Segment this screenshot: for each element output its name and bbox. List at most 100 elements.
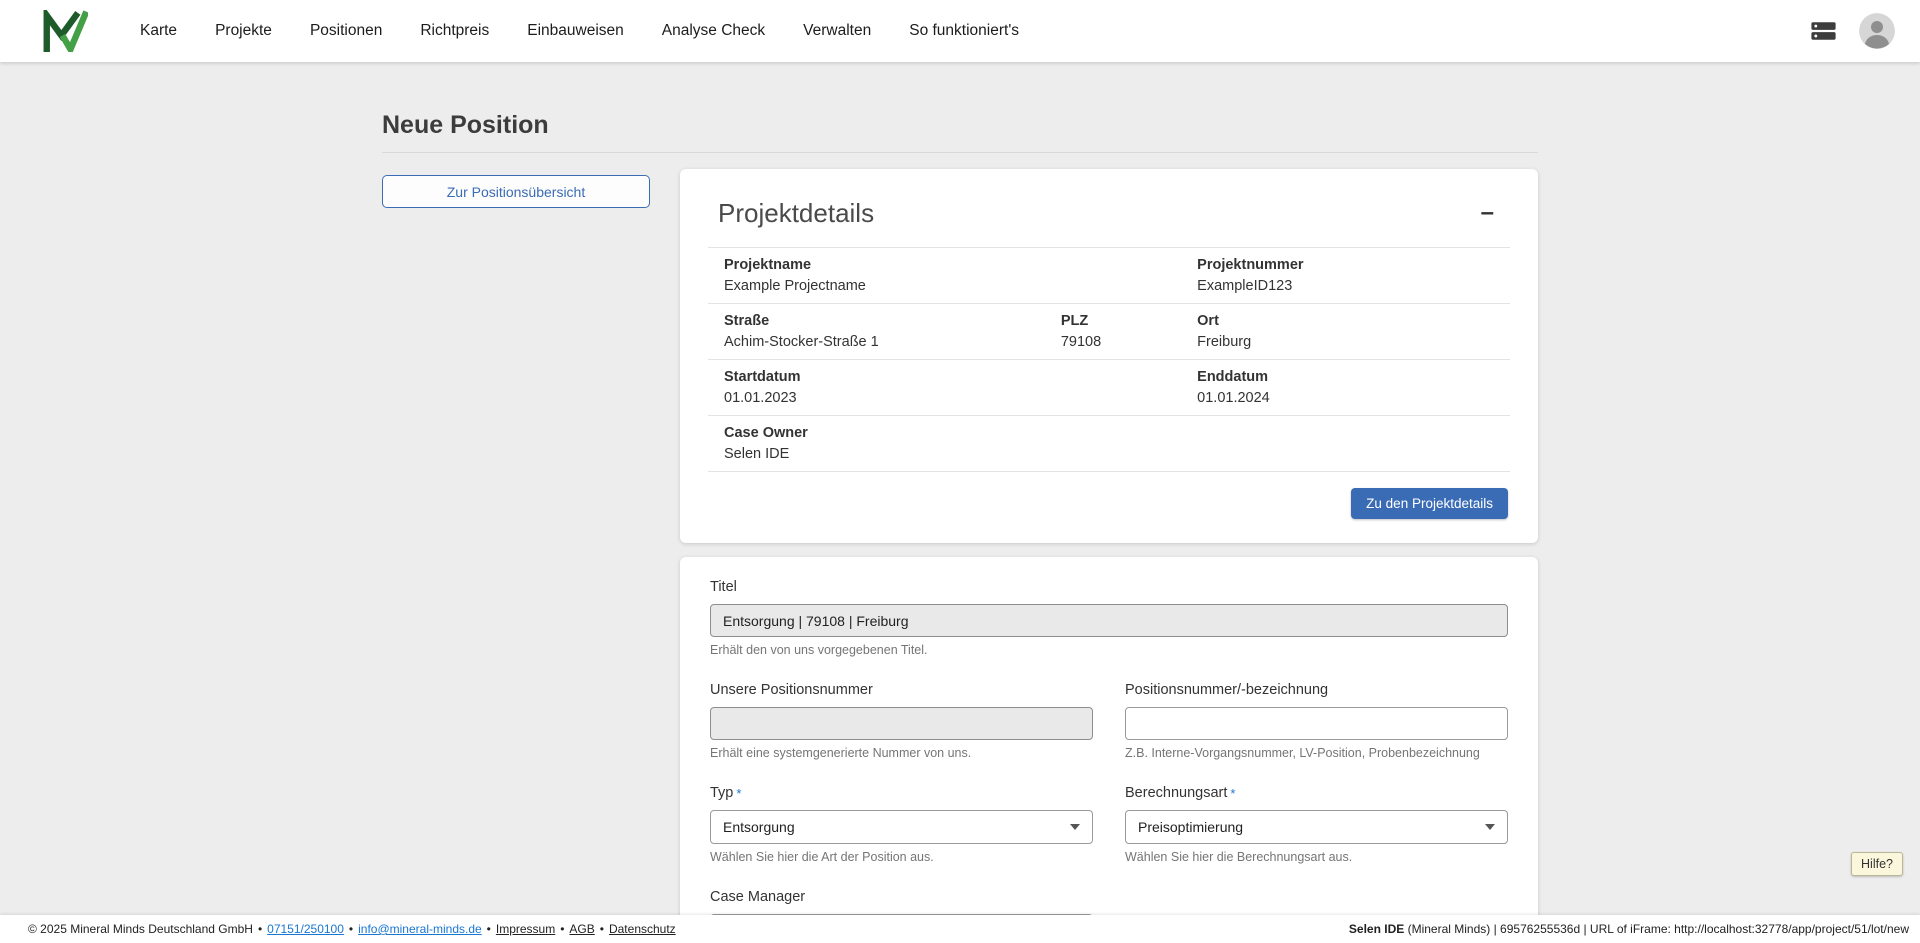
person-icon [1859,13,1895,49]
field-value: 79108 [1061,333,1181,351]
case-manager-label: Case Manager [710,889,1093,906]
field-projektname: Projektname Example Projectname [708,256,1045,295]
user-avatar[interactable] [1859,13,1895,49]
field-label: Ort [1197,312,1510,330]
unsere-positionsnummer-helper-text: Erhält eine systemgenerierte Nummer von … [710,746,1093,761]
nav-item-projekte[interactable]: Projekte [215,22,272,40]
field-plz: PLZ 79108 [1045,312,1181,351]
titel-label: Titel [710,579,1508,596]
typ-select[interactable]: Entsorgung [710,810,1093,844]
project-row-2: Straße Achim-Stocker-Straße 1 PLZ 79108 … [708,303,1510,359]
footer-email-link[interactable]: info@mineral-minds.de [358,922,482,936]
titel-helper-text: Erhält den von uns vorgegebenen Titel. [710,643,1508,658]
footer-session-info: Selen IDE (Mineral Minds) | 69576255536d… [1349,922,1909,936]
field-value: Achim-Stocker-Straße 1 [724,333,1045,351]
field-label: PLZ [1061,312,1181,330]
positionsnummer-helper-text: Z.B. Interne-Vorgangsnummer, LV-Position… [1125,746,1508,761]
separator-dot: • [487,922,491,936]
titel-input [710,604,1508,637]
field-value: Selen IDE [724,445,1045,463]
field-enddatum: Enddatum 01.01.2024 [1181,368,1510,407]
required-marker: * [736,786,741,801]
help-button[interactable]: Hilfe? [1851,852,1903,876]
chevron-down-icon [1070,824,1080,830]
field-label: Startdatum [724,368,1045,386]
field-value: Example Projectname [724,277,1045,295]
footer-info: © 2025 Mineral Minds Deutschland GmbH • … [28,922,676,936]
nav-item-karte[interactable]: Karte [140,22,177,40]
titel-field-group: Titel Erhält den von uns vorgegebenen Ti… [710,579,1508,658]
project-details-grid: Projektname Example Projectname Projektn… [708,247,1510,472]
field-value: Freiburg [1197,333,1510,351]
nav-item-so-funktionierts[interactable]: So funktioniert's [909,22,1019,40]
nav-item-positionen[interactable]: Positionen [310,22,382,40]
field-value: 01.01.2024 [1197,389,1510,407]
positionsnummer-input[interactable] [1125,707,1508,740]
field-case-owner: Case Owner Selen IDE [708,424,1045,463]
project-row-3: Startdatum 01.01.2023 Enddatum 01.01.202… [708,359,1510,415]
navbar-right [1810,13,1895,49]
mineral-minds-logo-icon [42,10,88,52]
required-marker: * [1230,786,1235,801]
main-navigation: Karte Projekte Positionen Richtpreis Ein… [140,22,1019,40]
go-to-project-details-button[interactable]: Zu den Projektdetails [1351,488,1508,519]
title-divider [382,152,1538,153]
field-ort: Ort Freiburg [1181,312,1510,351]
field-label: Projektname [724,256,1045,274]
berechnungsart-helper-text: Wählen Sie hier die Berechnungsart aus. [1125,850,1508,865]
chevron-down-icon [1485,824,1495,830]
project-card-title: Projektdetails [718,197,874,229]
nav-item-analyse-check[interactable]: Analyse Check [662,22,765,40]
typ-field-group: Typ* Entsorgung Wählen Sie hier die Art … [710,785,1093,865]
separator-dot: • [560,922,564,936]
footer-agb-link[interactable]: AGB [569,922,594,936]
position-form-card: Titel Erhält den von uns vorgegebenen Ti… [680,557,1538,915]
berechnungsart-label-text: Berechnungsart [1125,785,1227,801]
navbar: Karte Projekte Positionen Richtpreis Ein… [0,0,1920,62]
footer: © 2025 Mineral Minds Deutschland GmbH • … [0,915,1920,943]
nav-item-verwalten[interactable]: Verwalten [803,22,871,40]
page-title: Neue Position [382,110,1538,140]
berechnungsart-select-value: Preisoptimierung [1138,819,1243,835]
field-value: ExampleID123 [1197,277,1510,295]
unsere-positionsnummer-field-group: Unsere Positionsnummer Erhält eine syste… [710,682,1093,761]
nav-item-einbauweisen[interactable]: Einbauweisen [527,22,624,40]
field-label: Case Owner [724,424,1045,442]
collapse-card-button[interactable]: – [1475,201,1500,225]
field-label: Straße [724,312,1045,330]
server-icon[interactable] [1810,20,1837,42]
project-row-1: Projektname Example Projectname Projektn… [708,247,1510,303]
case-manager-field-group: Case Manager [710,889,1093,915]
separator-dot: • [258,922,262,936]
separator-dot: • [600,922,604,936]
separator-dot: • [349,922,353,936]
nav-item-richtpreis[interactable]: Richtpreis [420,22,489,40]
field-strasse: Straße Achim-Stocker-Straße 1 [708,312,1045,351]
left-column: Zur Positionsübersicht [382,169,650,208]
field-startdatum: Startdatum 01.01.2023 [708,368,1045,407]
footer-datenschutz-link[interactable]: Datenschutz [609,922,676,936]
back-to-positions-button[interactable]: Zur Positionsübersicht [382,175,650,208]
typ-select-value: Entsorgung [723,819,795,835]
copyright-text: © 2025 Mineral Minds Deutschland GmbH [28,922,253,936]
project-row-4: Case Owner Selen IDE [708,415,1510,472]
right-column: Projektdetails – Projektname Example Pro… [680,169,1538,915]
unsere-positionsnummer-label: Unsere Positionsnummer [710,682,1093,699]
positionsnummer-field-group: Positionsnummer/-bezeichnung Z.B. Intern… [1125,682,1508,761]
typ-label: Typ* [710,785,1093,802]
field-value: 01.01.2023 [724,389,1045,407]
positionsnummer-label: Positionsnummer/-bezeichnung [1125,682,1508,699]
footer-phone-link[interactable]: 07151/250100 [267,922,344,936]
footer-user-name: Selen IDE [1349,922,1404,936]
berechnungsart-select[interactable]: Preisoptimierung [1125,810,1508,844]
berechnungsart-field-group: Berechnungsart* Preisoptimierung Wählen … [1125,785,1508,865]
main-content: Neue Position Zur Positionsübersicht Pro… [0,62,1920,915]
logo[interactable] [42,10,88,52]
typ-helper-text: Wählen Sie hier die Art der Position aus… [710,850,1093,865]
field-label: Projektnummer [1197,256,1510,274]
berechnungsart-label: Berechnungsart* [1125,785,1508,802]
project-details-card: Projektdetails – Projektname Example Pro… [680,169,1538,543]
footer-session-details: (Mineral Minds) | 69576255536d | URL of … [1404,922,1909,936]
field-label: Enddatum [1197,368,1510,386]
footer-impressum-link[interactable]: Impressum [496,922,555,936]
